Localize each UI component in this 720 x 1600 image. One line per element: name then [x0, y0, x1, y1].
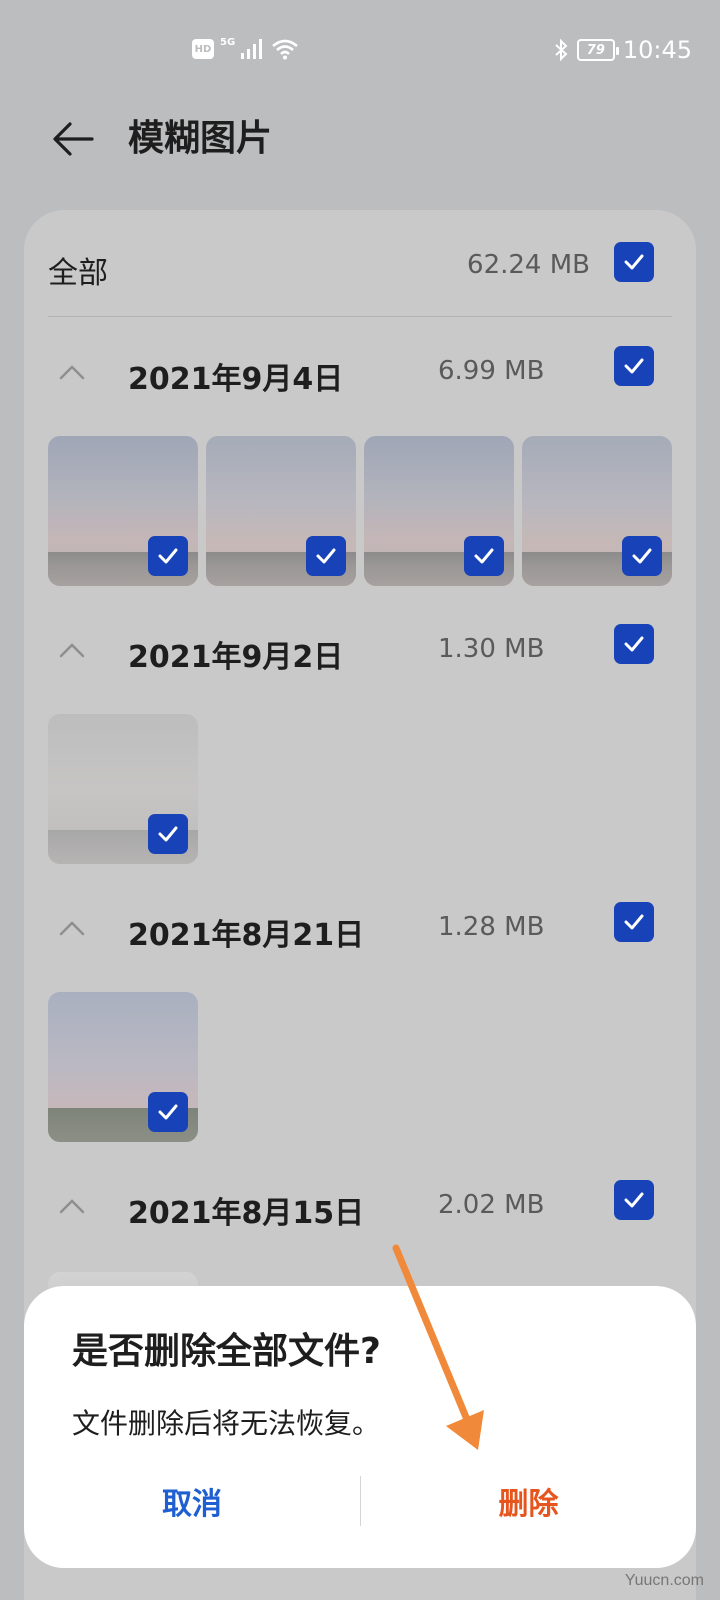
group-date: 2021年9月2日: [128, 640, 344, 675]
chevron-up-icon[interactable]: [58, 918, 86, 938]
group-size: 1.30 MB: [438, 634, 545, 664]
check-icon: [624, 914, 644, 930]
photo-thumbnail[interactable]: [364, 436, 514, 586]
photo-thumbnail[interactable]: [48, 714, 198, 864]
group-checkbox[interactable]: [614, 624, 654, 664]
select-all-row[interactable]: 全部 62.24 MB: [48, 240, 672, 296]
date-group-header[interactable]: 2021年9月2日 1.30 MB: [48, 624, 672, 680]
annotation-arrow-icon: [392, 1244, 484, 1450]
photo-thumbnail[interactable]: [522, 436, 672, 586]
group-size: 1.28 MB: [438, 912, 545, 942]
signal-icon: [241, 39, 263, 59]
photo-checkbox[interactable]: [148, 1092, 188, 1132]
check-icon: [158, 826, 178, 842]
check-icon: [158, 1104, 178, 1120]
chevron-up-icon[interactable]: [58, 1196, 86, 1216]
check-icon: [624, 1192, 644, 1208]
check-icon: [632, 548, 652, 564]
check-icon: [158, 548, 178, 564]
photo-thumbnail[interactable]: [48, 436, 198, 586]
group-checkbox[interactable]: [614, 902, 654, 942]
wifi-icon: [272, 39, 299, 60]
check-icon: [624, 254, 644, 270]
status-right: 79 10:45: [553, 36, 692, 64]
photo-checkbox[interactable]: [148, 536, 188, 576]
cancel-button[interactable]: 取消: [24, 1466, 360, 1536]
delete-confirm-dialog: 是否删除全部文件? 文件删除后将无法恢复。 取消 删除: [24, 1286, 696, 1568]
select-all-label: 全部: [48, 256, 108, 291]
total-size: 62.24 MB: [467, 250, 590, 280]
group-date: 2021年8月15日: [128, 1196, 365, 1231]
photo-checkbox[interactable]: [148, 814, 188, 854]
hd-icon: HD: [192, 39, 214, 59]
battery-icon: 79: [576, 39, 619, 61]
chevron-up-icon[interactable]: [58, 640, 86, 660]
photo-checkbox[interactable]: [622, 536, 662, 576]
date-group-header[interactable]: 2021年9月4日 6.99 MB: [48, 346, 672, 402]
status-left: HD 5G: [192, 36, 299, 60]
select-all-checkbox[interactable]: [614, 242, 654, 282]
watermark: Yuucn.com: [624, 1572, 704, 1589]
group-checkbox[interactable]: [614, 346, 654, 386]
group-size: 6.99 MB: [438, 356, 545, 386]
photo-thumbnail[interactable]: [206, 436, 356, 586]
check-icon: [624, 358, 644, 374]
clock: 10:45: [622, 36, 692, 64]
status-bar: HD 5G 79 10:45: [0, 0, 720, 100]
date-group-header[interactable]: 2021年8月15日 2.02 MB: [48, 1180, 672, 1236]
photo-checkbox[interactable]: [464, 536, 504, 576]
date-group-header[interactable]: 2021年8月21日 1.28 MB: [48, 902, 672, 958]
page-title: 模糊图片: [128, 118, 273, 159]
check-icon: [316, 548, 336, 564]
dialog-message: 文件删除后将无法恢复。: [72, 1407, 381, 1440]
photo-thumbnail[interactable]: [48, 992, 198, 1142]
group-checkbox[interactable]: [614, 1180, 654, 1220]
group-date: 2021年9月4日: [128, 362, 344, 397]
delete-button[interactable]: 删除: [361, 1466, 696, 1536]
check-icon: [474, 548, 494, 564]
network-type: 5G: [220, 36, 236, 48]
bluetooth-icon: [555, 38, 568, 62]
chevron-up-icon[interactable]: [58, 362, 86, 382]
back-arrow-icon[interactable]: [48, 114, 98, 164]
check-icon: [624, 636, 644, 652]
group-size: 2.02 MB: [438, 1190, 545, 1220]
photo-checkbox[interactable]: [306, 536, 346, 576]
group-date: 2021年8月21日: [128, 918, 365, 953]
divider: [48, 316, 672, 317]
dialog-title: 是否删除全部文件?: [72, 1331, 381, 1372]
